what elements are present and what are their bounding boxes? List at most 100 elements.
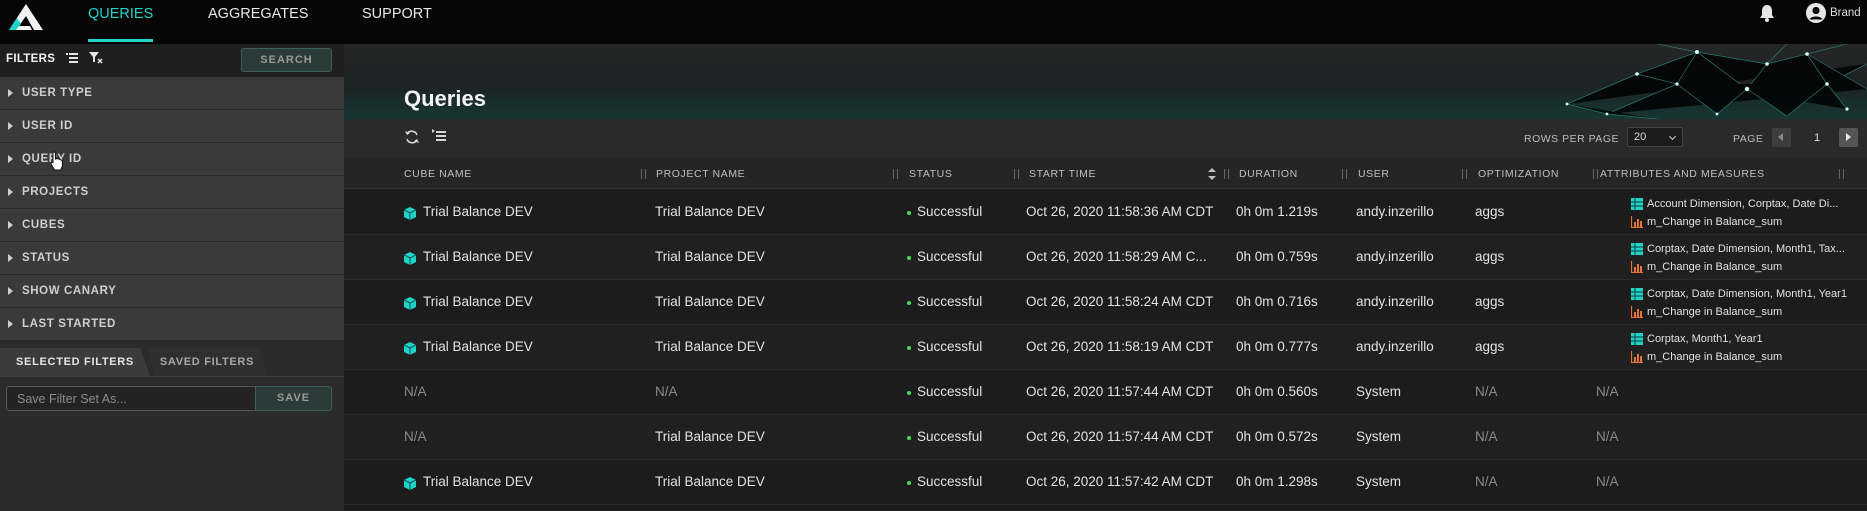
rows-per-page-label: ROWS PER PAGE (1524, 133, 1619, 145)
attributes-text: Account Dimension, Corptax, Date Di... (1647, 198, 1839, 210)
table-row[interactable]: Trial Balance DEV Trial Balance DEV Succ… (344, 460, 1867, 505)
filter-group-user-id[interactable]: USER ID (0, 110, 344, 143)
list-icon[interactable] (65, 51, 79, 65)
filters-sidebar: FILTERS SEARCH USER TYPE USER ID QUERY I… (0, 44, 344, 511)
cube-icon (404, 342, 416, 355)
prev-page-button[interactable] (1772, 128, 1791, 147)
nav-support[interactable]: SUPPORT (362, 0, 432, 44)
col-project-name[interactable]: PROJECT NAME (656, 168, 745, 180)
cube-icon (404, 252, 416, 265)
chevron-down-icon (1668, 132, 1677, 141)
sort-icon[interactable] (1208, 168, 1216, 180)
cell-duration: 0h 0m 0.759s (1236, 249, 1318, 264)
cell-duration: 0h 0m 0.777s (1236, 339, 1318, 354)
cell-start-time: Oct 26, 2020 11:58:24 AM CDT (1026, 294, 1214, 309)
column-resize-handle[interactable] (1839, 169, 1844, 179)
table-row[interactable]: N/A N/A Successful Oct 26, 2020 11:57:44… (344, 370, 1867, 415)
cell-project-name: Trial Balance DEV (655, 249, 765, 264)
column-resize-handle[interactable] (1462, 169, 1467, 179)
table-row[interactable]: N/A Trial Balance DEV Successful Oct 26,… (344, 415, 1867, 460)
cell-duration: 0h 0m 0.560s (1236, 384, 1318, 399)
search-button[interactable]: SEARCH (241, 48, 332, 72)
filter-group-label: CUBES (22, 219, 66, 231)
table-row[interactable]: Trial Balance DEV Trial Balance DEV Succ… (344, 325, 1867, 370)
col-attributes-and-measures[interactable]: ATTRIBUTES AND MEASURES (1600, 168, 1765, 180)
status-dot (907, 346, 911, 350)
cell-start-time: Oct 26, 2020 11:57:44 AM CDT (1026, 384, 1214, 399)
column-resize-handle[interactable] (641, 169, 646, 179)
table-row[interactable]: Trial Balance DEV Trial Balance DEV Succ… (344, 190, 1867, 235)
table-row[interactable]: Trial Balance DEV Trial Balance DEV Succ… (344, 235, 1867, 280)
cell-cube-name[interactable]: Trial Balance DEV (423, 339, 533, 354)
caret-right-icon (8, 254, 13, 262)
column-resize-handle[interactable] (1342, 169, 1347, 179)
filter-group-status[interactable]: STATUS (0, 242, 344, 275)
cube-icon (404, 207, 416, 220)
refresh-icon[interactable] (404, 129, 420, 145)
measures-text: m_Change in Balance_sum (1647, 351, 1783, 363)
col-cube-name[interactable]: CUBE NAME (404, 168, 472, 180)
table-icon (1631, 198, 1643, 210)
cell-status: Successful (917, 249, 983, 264)
next-page-button[interactable] (1839, 128, 1858, 147)
tabs-divider (0, 376, 344, 377)
col-status[interactable]: STATUS (909, 168, 952, 180)
nav-queries[interactable]: QUERIES (88, 0, 154, 44)
measures-text: m_Change in Balance_sum (1647, 261, 1783, 273)
filter-group-last-started[interactable]: LAST STARTED (0, 308, 344, 341)
column-resize-handle[interactable] (893, 169, 898, 179)
save-button[interactable]: SAVE (255, 386, 332, 411)
column-resize-handle[interactable] (1224, 169, 1229, 179)
cell-status: Successful (917, 339, 983, 354)
cell-cube-name[interactable]: Trial Balance DEV (423, 294, 533, 309)
cell-user: System (1356, 474, 1402, 489)
cell-cube-name[interactable]: Trial Balance DEV (423, 474, 533, 489)
save-filter-set-input[interactable] (6, 386, 256, 411)
cell-status: Successful (917, 429, 983, 444)
cell-attributes: N/A (1596, 429, 1619, 444)
cell-user: andy.inzerillo (1356, 249, 1434, 264)
cell-project-name: Trial Balance DEV (655, 339, 765, 354)
rows-per-page-select[interactable]: 20 (1627, 127, 1683, 147)
logo-icon[interactable] (6, 2, 46, 32)
column-resize-handle[interactable] (1014, 169, 1019, 179)
filter-group-label: PROJECTS (22, 186, 89, 198)
filter-group-show-canary[interactable]: SHOW CANARY (0, 275, 344, 308)
col-duration[interactable]: DURATION (1239, 168, 1298, 180)
col-start-time[interactable]: START TIME (1029, 168, 1096, 180)
tab-saved-filters[interactable]: SAVED FILTERS (146, 348, 268, 376)
caret-right-icon (8, 89, 13, 97)
filter-group-label: USER TYPE (22, 87, 93, 99)
measures-text: m_Change in Balance_sum (1647, 306, 1783, 318)
tab-selected-filters[interactable]: SELECTED FILTERS (0, 348, 150, 376)
filter-group-cubes[interactable]: CUBES (0, 209, 344, 242)
status-dot (907, 301, 911, 305)
user-avatar-icon[interactable] (1805, 2, 1827, 24)
cell-project-name: Trial Balance DEV (655, 429, 765, 444)
filter-group-user-type[interactable]: USER TYPE (0, 77, 344, 110)
cell-attributes: N/A (1596, 384, 1619, 399)
filters-title: FILTERS (6, 53, 56, 65)
cell-user: andy.inzerillo (1356, 339, 1434, 354)
cell-status: Successful (917, 384, 983, 399)
cell-cube-name[interactable]: Trial Balance DEV (423, 249, 533, 264)
column-resize-handle[interactable] (1593, 169, 1598, 179)
user-name[interactable]: Brand (1830, 7, 1861, 19)
queries-main-panel: Queries ROWS PER PAGE 20 PAGE 1 CUBE NAM… (344, 44, 1867, 511)
filter-clear-icon[interactable] (88, 51, 104, 65)
filter-group-label: USER ID (22, 120, 73, 132)
network-graphic (1565, 44, 1867, 119)
bell-icon[interactable] (1756, 2, 1778, 24)
nav-aggregates[interactable]: AGGREGATES (208, 0, 308, 44)
filter-group-projects[interactable]: PROJECTS (0, 176, 344, 209)
table-row[interactable]: Trial Balance DEV Trial Balance DEV Succ… (344, 280, 1867, 325)
column-list-icon[interactable] (431, 127, 447, 143)
rows-per-page-value: 20 (1634, 131, 1647, 143)
filter-group-query-id[interactable]: QUERY ID (0, 143, 344, 176)
cell-cube-name[interactable]: Trial Balance DEV (423, 204, 533, 219)
cell-duration: 0h 0m 1.298s (1236, 474, 1318, 489)
bar-chart-icon (1631, 351, 1643, 363)
col-user[interactable]: USER (1358, 168, 1390, 180)
col-optimization[interactable]: OPTIMIZATION (1478, 168, 1559, 180)
cell-optimization: aggs (1475, 294, 1505, 309)
